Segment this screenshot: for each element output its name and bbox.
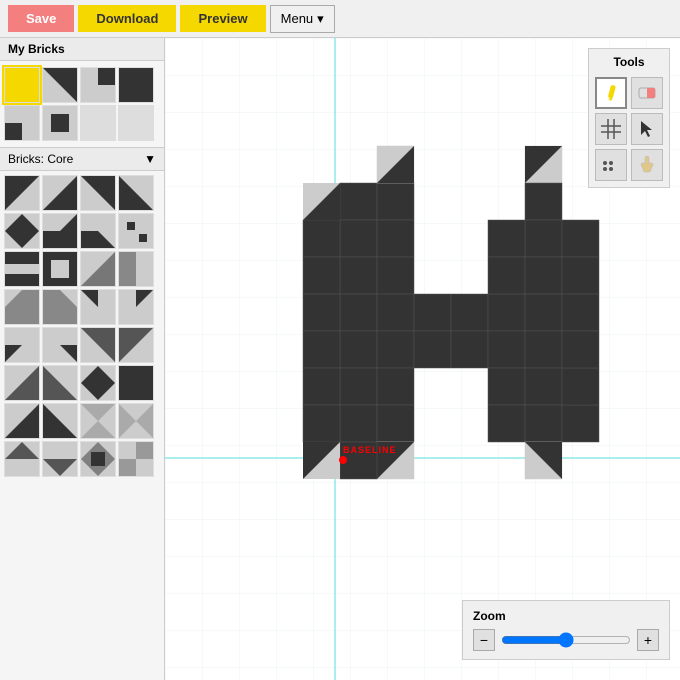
core-brick-item[interactable] (42, 327, 78, 363)
core-brick-item[interactable] (80, 327, 116, 363)
core-brick-item[interactable] (118, 365, 154, 401)
my-brick-item[interactable] (118, 105, 154, 141)
my-brick-item[interactable] (4, 105, 40, 141)
zoom-slider[interactable] (501, 632, 631, 648)
grid-tool-button[interactable] (595, 113, 627, 145)
canvas-area[interactable]: BASELINE Tools (165, 38, 680, 680)
baseline-label: BASELINE (343, 445, 397, 455)
zoom-row: − + (473, 629, 659, 651)
core-brick-item[interactable] (4, 365, 40, 401)
core-brick-item[interactable] (118, 327, 154, 363)
dotgrid-tool-button[interactable] (595, 149, 627, 181)
zoom-panel: Zoom − + (462, 600, 670, 660)
core-brick-item[interactable] (42, 403, 78, 439)
core-brick-item[interactable] (118, 441, 154, 477)
core-brick-item[interactable] (4, 213, 40, 249)
core-brick-item[interactable] (42, 213, 78, 249)
core-brick-item[interactable] (118, 175, 154, 211)
core-brick-item[interactable] (42, 365, 78, 401)
my-brick-item[interactable] (4, 67, 40, 103)
tools-row-3 (595, 149, 663, 181)
toolbar: Save Download Preview Menu ▾ (0, 0, 680, 38)
save-button[interactable]: Save (8, 5, 74, 32)
core-brick-item[interactable] (80, 251, 116, 287)
core-brick-item[interactable] (4, 327, 40, 363)
pencil-tool-button[interactable] (595, 77, 627, 109)
tools-panel: Tools (588, 48, 670, 188)
zoom-out-button[interactable]: − (473, 629, 495, 651)
core-brick-item[interactable] (4, 175, 40, 211)
core-brick-item[interactable] (80, 441, 116, 477)
core-brick-item[interactable] (118, 213, 154, 249)
preview-button[interactable]: Preview (180, 5, 265, 32)
menu-button[interactable]: Menu ▾ (270, 5, 335, 33)
my-brick-item[interactable] (80, 105, 116, 141)
my-bricks-title: My Bricks (0, 38, 164, 61)
core-brick-item[interactable] (80, 289, 116, 325)
main-layout: My Bricks (0, 38, 680, 680)
core-brick-item[interactable] (4, 289, 40, 325)
bricks-core-grid (0, 171, 164, 481)
core-brick-item[interactable] (42, 251, 78, 287)
core-brick-item[interactable] (118, 251, 154, 287)
menu-label: Menu (281, 11, 314, 26)
core-brick-item[interactable] (4, 251, 40, 287)
core-brick-item[interactable] (42, 441, 78, 477)
core-brick-item[interactable] (80, 175, 116, 211)
tools-title: Tools (595, 55, 663, 69)
baseline-dot (339, 456, 347, 464)
hand-tool-button[interactable] (631, 149, 663, 181)
core-brick-item[interactable] (118, 403, 154, 439)
menu-chevron-icon: ▾ (317, 11, 324, 27)
download-button[interactable]: Download (78, 5, 176, 32)
core-brick-item[interactable] (118, 289, 154, 325)
core-brick-item[interactable] (80, 403, 116, 439)
my-brick-item[interactable] (80, 67, 116, 103)
core-brick-item[interactable] (80, 213, 116, 249)
core-brick-item[interactable] (42, 175, 78, 211)
core-brick-item[interactable] (80, 365, 116, 401)
select-tool-button[interactable] (631, 113, 663, 145)
tools-row-1 (595, 77, 663, 109)
zoom-title: Zoom (473, 609, 659, 623)
core-brick-item[interactable] (4, 403, 40, 439)
my-brick-item[interactable] (42, 67, 78, 103)
bricks-core-dropdown-icon[interactable]: ▼ (144, 152, 156, 166)
my-brick-item[interactable] (42, 105, 78, 141)
eraser-tool-button[interactable] (631, 77, 663, 109)
my-brick-item[interactable] (118, 67, 154, 103)
bricks-core-title: Bricks: Core (8, 152, 73, 166)
core-brick-item[interactable] (42, 289, 78, 325)
bricks-core-header: Bricks: Core ▼ (0, 148, 164, 171)
zoom-in-button[interactable]: + (637, 629, 659, 651)
left-panel: My Bricks (0, 38, 165, 680)
my-bricks-section (0, 61, 164, 148)
core-brick-item[interactable] (4, 441, 40, 477)
tools-row-2 (595, 113, 663, 145)
bricks-core-scroll (0, 171, 164, 680)
my-bricks-grid (4, 67, 160, 141)
